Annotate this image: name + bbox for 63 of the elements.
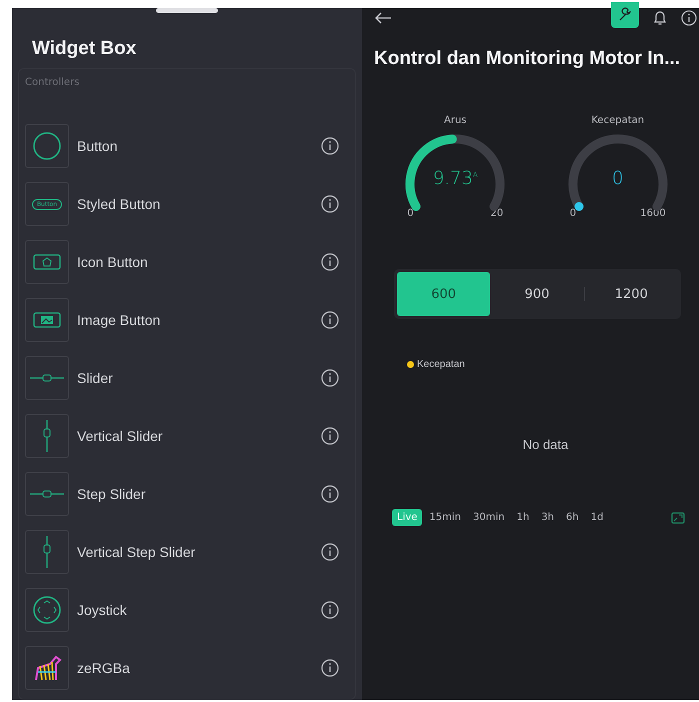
info-icon[interactable] <box>321 659 339 677</box>
time-range-tab[interactable]: 1d <box>586 509 608 526</box>
widget-thumbnail[interactable] <box>25 472 69 516</box>
slider-icon <box>30 373 64 383</box>
widget-label: Slider <box>77 370 114 386</box>
widget-label: Button <box>77 138 118 154</box>
time-range-tab[interactable]: 1h <box>512 509 534 526</box>
time-range-tab[interactable]: 15min <box>424 509 466 526</box>
no-data-message: No data <box>522 437 570 452</box>
time-range-tab[interactable]: 6h <box>561 509 584 526</box>
widget-thumbnail[interactable] <box>25 588 69 632</box>
widget-thumbnail[interactable] <box>25 124 69 168</box>
gauge-min: 0 <box>570 208 576 219</box>
wrench-button[interactable] <box>611 2 639 28</box>
info-icon[interactable] <box>321 369 339 387</box>
fullscreen-icon[interactable] <box>671 512 685 524</box>
segment-button[interactable]: 900 <box>490 272 584 316</box>
time-range-tab[interactable]: 3h <box>536 509 560 526</box>
gauge-min: 0 <box>407 208 414 219</box>
widget-thumbnail[interactable] <box>25 356 69 400</box>
wrench-icon <box>617 7 633 23</box>
gauge-label: Kecepatan <box>591 115 644 126</box>
gauge-label: Arus <box>444 115 466 126</box>
bell-icon[interactable] <box>653 10 667 26</box>
slider-icon <box>30 489 64 499</box>
info-icon[interactable] <box>321 311 339 329</box>
segment-button[interactable]: 1200 <box>584 272 678 316</box>
widget-label: Vertical Step Slider <box>77 544 196 560</box>
widget-thumbnail[interactable] <box>25 646 69 690</box>
info-icon[interactable] <box>321 137 339 155</box>
info-icon[interactable] <box>321 427 339 445</box>
back-arrow-icon[interactable] <box>374 12 392 24</box>
segment-button[interactable]: 600 <box>397 272 490 316</box>
widget-label: zeRGBa <box>77 660 131 676</box>
widget-thumbnail[interactable] <box>25 298 69 342</box>
image-button-icon <box>33 312 61 328</box>
widget-thumbnail[interactable] <box>25 414 69 458</box>
info-icon[interactable] <box>321 195 339 213</box>
time-range-tab[interactable]: 30min <box>468 509 510 526</box>
info-icon[interactable] <box>321 253 339 271</box>
legend-label: Kecepatan <box>417 359 465 370</box>
section-label: Controllers <box>25 77 80 90</box>
widget-label: Vertical Slider <box>77 428 164 444</box>
vertical-slider-icon <box>42 536 52 568</box>
drag-handle[interactable] <box>156 8 218 13</box>
info-icon[interactable] <box>681 10 697 26</box>
zebra-icon <box>32 654 62 682</box>
widget-label: Image Button <box>77 312 162 328</box>
widget-label: Icon Button <box>77 254 149 270</box>
dashboard-title: Kontrol dan Monitoring Motor In... <box>373 47 682 70</box>
vertical-slider-icon <box>42 420 52 452</box>
info-icon[interactable] <box>321 601 339 619</box>
widget-label: Step Slider <box>77 486 146 502</box>
info-icon[interactable] <box>321 485 339 503</box>
widget-label: Styled Button <box>77 196 162 212</box>
circle-icon <box>32 131 62 161</box>
widget-thumbnail[interactable] <box>25 240 69 284</box>
gauge-value: 0 <box>611 168 624 189</box>
widget-thumbnail[interactable] <box>25 530 69 574</box>
widget-label: Joystick <box>77 602 128 618</box>
joystick-icon <box>32 595 62 625</box>
info-icon[interactable] <box>321 543 339 561</box>
panel-title: Widget Box <box>32 38 136 61</box>
